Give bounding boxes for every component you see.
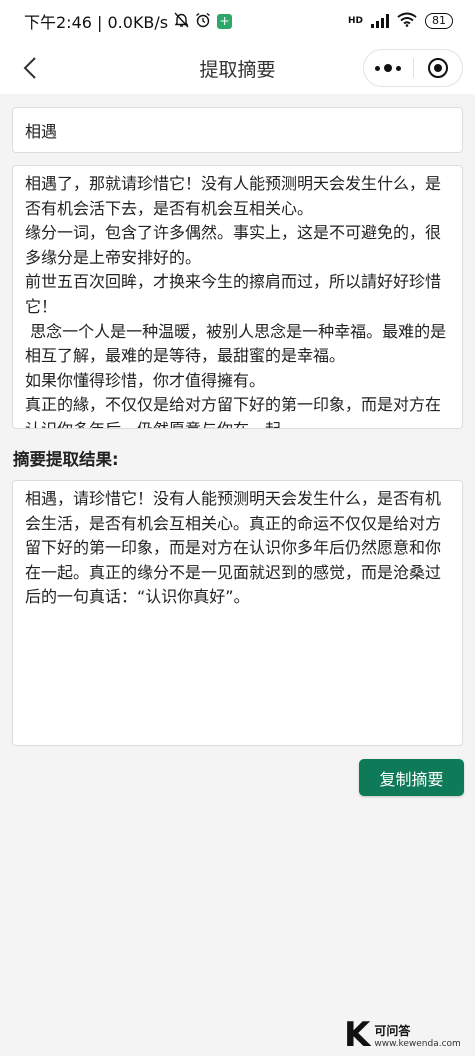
hd-label: HD bbox=[347, 16, 363, 26]
mute-bell-icon bbox=[174, 12, 189, 31]
page-title: 提取摘要 bbox=[199, 58, 276, 81]
wifi-icon bbox=[397, 12, 417, 30]
content-textarea[interactable]: 相遇了，那就请珍惜它！没有人能预测明天会发生什么，是否有机会活下去，是否有机会互… bbox=[12, 165, 463, 429]
target-close-icon bbox=[427, 58, 448, 78]
chevron-left-icon bbox=[23, 57, 36, 79]
battery-indicator: 81 bbox=[425, 13, 453, 29]
status-time: 下午2:46 | 0.0KB/s bbox=[24, 13, 169, 32]
watermark-url: www.kewenda.com bbox=[374, 1038, 461, 1049]
copy-summary-button[interactable]: 复制摘要 bbox=[359, 759, 464, 796]
result-label: 摘要提取结果: bbox=[13, 450, 119, 469]
watermark-name: 可问答 bbox=[374, 1023, 411, 1038]
watermark-logo: K 可问答 www.kewenda.com bbox=[344, 1018, 461, 1052]
signal-icon bbox=[371, 14, 389, 28]
back-button[interactable] bbox=[14, 52, 46, 84]
alarm-clock-icon bbox=[195, 12, 211, 31]
more-button[interactable] bbox=[364, 50, 413, 86]
app-notification-icon: + bbox=[217, 13, 233, 29]
nav-bar: 提取摘要 bbox=[0, 42, 475, 94]
status-right: HD 81 bbox=[348, 12, 453, 30]
summary-result-box[interactable]: 相遇，请珍惜它！没有人能预测明天会发生什么，是否有机会生活，是否有机会互相关心。… bbox=[12, 480, 463, 746]
status-bar: 下午2:46 | 0.0KB/s + HD 81 bbox=[0, 0, 475, 42]
summary-result-text: 相遇，请珍惜它！没有人能预测明天会发生什么，是否有机会生活，是否有机会互相关心。… bbox=[25, 489, 442, 607]
close-mini-program-button[interactable] bbox=[414, 50, 463, 86]
title-input[interactable] bbox=[12, 107, 463, 153]
status-left: 下午2:46 | 0.0KB/s + bbox=[24, 9, 233, 33]
watermark-k-letter: K bbox=[344, 1015, 371, 1055]
mini-program-capsule bbox=[363, 49, 463, 87]
watermark-text: 可问答 www.kewenda.com bbox=[374, 1022, 460, 1049]
content-text: 相遇了，那就请珍惜它！没有人能预测明天会发生什么，是否有机会活下去，是否有机会互… bbox=[25, 174, 447, 428]
more-dots-icon bbox=[375, 64, 402, 72]
